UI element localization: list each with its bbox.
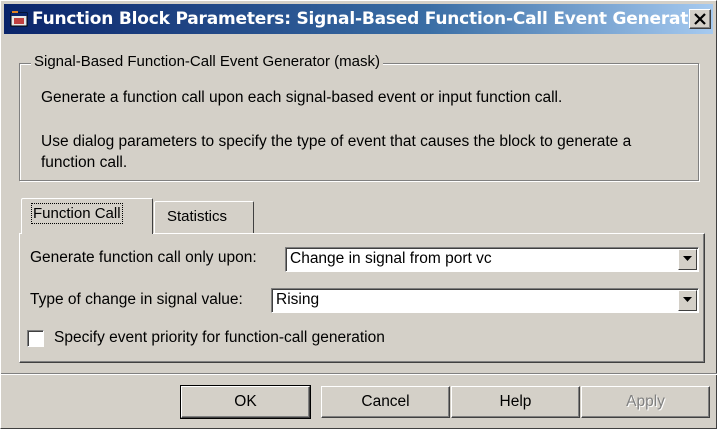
tab-function-call-label: Function Call xyxy=(31,203,123,224)
tab-statistics[interactable]: Statistics xyxy=(154,201,254,233)
button-separator xyxy=(1,373,717,375)
window-title: Function Block Parameters: Signal-Based … xyxy=(32,9,708,29)
tab-function-call[interactable]: Function Call xyxy=(21,198,153,234)
generate-call-value: Change in signal from port vc xyxy=(290,250,492,267)
dialog-window: Function Block Parameters: Signal-Based … xyxy=(0,0,717,429)
change-type-dropdown-button[interactable] xyxy=(678,290,697,311)
close-button[interactable] xyxy=(689,9,711,29)
ok-button[interactable]: OK xyxy=(181,386,310,418)
change-type-value: Rising xyxy=(276,291,320,308)
change-type-label: Type of change in signal value: xyxy=(30,291,243,308)
close-icon xyxy=(694,13,706,25)
help-button[interactable]: Help xyxy=(451,386,580,418)
tab-statistics-label: Statistics xyxy=(167,208,228,225)
cancel-button[interactable]: Cancel xyxy=(321,386,450,418)
apply-button[interactable]: Apply xyxy=(581,386,710,418)
generate-call-dropdown-button[interactable] xyxy=(678,249,697,270)
generate-call-label: Generate function call only upon: xyxy=(30,249,257,266)
mask-group-title: Signal-Based Function-Call Event Generat… xyxy=(31,53,383,70)
mask-description-line2b: function call. xyxy=(41,154,128,171)
chevron-down-icon xyxy=(683,297,692,302)
priority-checkbox[interactable] xyxy=(27,330,44,347)
simulink-block-icon xyxy=(10,10,28,28)
mask-description-line2a: Use dialog parameters to specify the typ… xyxy=(41,133,632,150)
title-bar[interactable]: Function Block Parameters: Signal-Based … xyxy=(4,4,713,34)
chevron-down-icon xyxy=(683,256,692,261)
mask-description-line1: Generate a function call upon each signa… xyxy=(41,89,563,106)
priority-checkbox-label[interactable]: Specify event priority for function-call… xyxy=(54,329,385,347)
change-type-select[interactable]: Rising xyxy=(271,288,699,313)
generate-call-select[interactable]: Change in signal from port vc xyxy=(285,247,699,272)
